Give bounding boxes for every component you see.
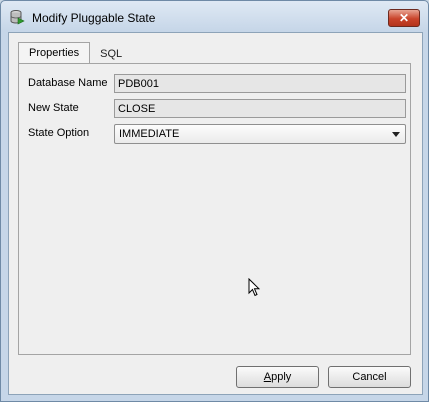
dialog-window: Modify Pluggable State ✕ Properties SQL … [0, 0, 429, 402]
close-button[interactable]: ✕ [388, 9, 420, 27]
properties-panel: Database Name PDB001 New State CLOSE Sta… [18, 63, 411, 355]
apply-label: pply [271, 371, 292, 383]
new-state-label: New State [28, 102, 79, 114]
close-icon: ✕ [398, 11, 410, 25]
chevron-down-icon[interactable] [392, 132, 400, 137]
apply-button[interactable]: Apply [236, 366, 319, 388]
cancel-button[interactable]: Cancel [328, 366, 411, 388]
tab-sql[interactable]: SQL [90, 44, 132, 63]
database-icon [9, 9, 25, 25]
dialog-client-area: Properties SQL Database Name PDB001 New … [8, 32, 423, 395]
window-title: Modify Pluggable State [32, 11, 156, 25]
tab-strip: Properties SQL [18, 42, 132, 63]
state-option-value: IMMEDIATE [119, 128, 180, 140]
new-state-field[interactable]: CLOSE [114, 99, 406, 118]
state-option-select[interactable]: IMMEDIATE [114, 124, 406, 144]
apply-mnemonic: A [263, 371, 272, 383]
mouse-pointer-icon [248, 277, 261, 300]
state-option-label: State Option [28, 127, 90, 139]
database-name-label: Database Name [28, 77, 108, 89]
tab-properties[interactable]: Properties [18, 42, 91, 63]
title-bar[interactable]: Modify Pluggable State ✕ [1, 1, 428, 33]
database-name-field[interactable]: PDB001 [114, 74, 406, 93]
